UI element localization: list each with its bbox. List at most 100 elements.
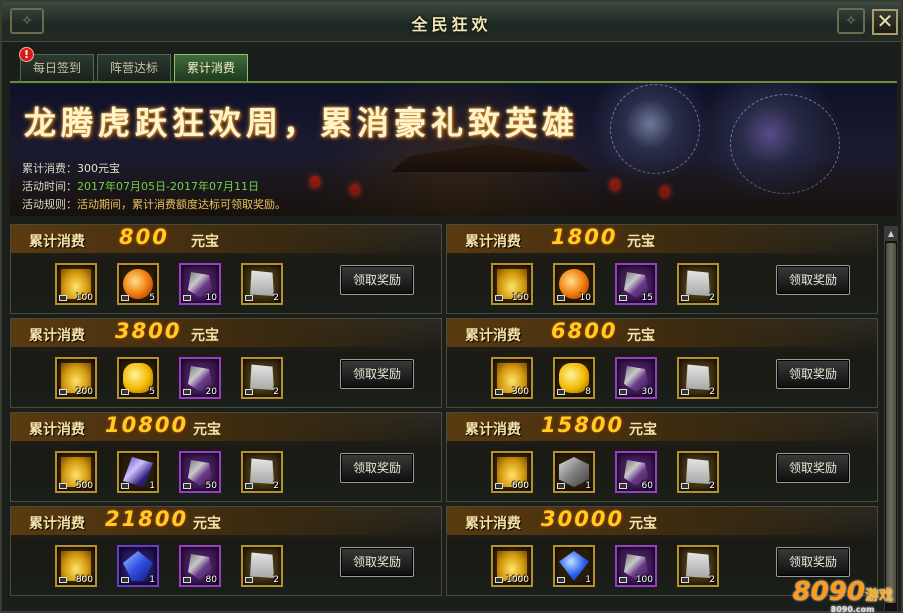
item-count: 600 <box>511 481 529 491</box>
time-row: 活动时间：2017年07月05日-2017年07月11日 <box>22 178 259 194</box>
tier-amount: 6800 <box>551 319 618 343</box>
reward-item-slot[interactable]: 1 <box>117 451 159 493</box>
time-label: 活动时间： <box>22 180 77 193</box>
bound-lock-icon <box>557 577 565 583</box>
item-count: 1 <box>585 481 591 491</box>
tier-amount: 1800 <box>551 225 618 249</box>
reward-item-slot[interactable]: 1 <box>553 545 595 587</box>
reward-item-slot[interactable]: 2 <box>677 263 719 305</box>
tier-label: 累计消费 <box>465 516 521 532</box>
item-count: 1 <box>149 481 155 491</box>
reward-item-slot[interactable]: 600 <box>491 451 533 493</box>
reward-item-slot[interactable]: 2 <box>677 545 719 587</box>
reward-item-slot[interactable]: 2 <box>241 263 283 305</box>
corner-ornament-right: ✧ <box>837 8 865 34</box>
reward-item-slot[interactable]: 2 <box>677 451 719 493</box>
item-count: 1 <box>149 575 155 585</box>
bound-lock-icon <box>495 389 503 395</box>
watermark-logo: 8090游戏 8090.com <box>793 577 893 613</box>
reward-item-slot[interactable]: 1 <box>553 451 595 493</box>
item-count: 150 <box>511 293 529 303</box>
tier-amount: 30000 <box>541 507 625 531</box>
tier-label: 累计消费 <box>465 328 521 344</box>
reward-tier-card: 累计消费 10800 元宝 500 1 50 2 领取奖励 <box>10 412 442 502</box>
tab-label: 阵营达标 <box>109 61 158 75</box>
bound-lock-icon <box>619 577 627 583</box>
bound-lock-icon <box>59 389 67 395</box>
reward-item-slot[interactable]: 5 <box>117 263 159 305</box>
item-count: 2 <box>709 575 715 585</box>
bound-lock-icon <box>245 389 253 395</box>
bound-lock-icon <box>121 483 129 489</box>
tier-unit: 元宝 <box>191 234 219 250</box>
claim-reward-button[interactable]: 领取奖励 <box>340 547 414 577</box>
title-bar[interactable]: ✧ 全民狂欢 ✧ ✕ <box>2 2 901 42</box>
bound-lock-icon <box>557 295 565 301</box>
tab-daily-signin[interactable]: 每日签到 ! <box>19 47 94 82</box>
reward-item-slot[interactable]: 500 <box>55 451 97 493</box>
reward-item-slot[interactable]: 1000 <box>491 545 533 587</box>
claim-reward-button[interactable]: 领取奖励 <box>340 453 414 483</box>
reward-item-slot[interactable]: 2 <box>241 357 283 399</box>
reward-item-slot[interactable]: 80 <box>179 545 221 587</box>
reward-item-slot[interactable]: 50 <box>179 451 221 493</box>
reward-item-slot[interactable]: 10 <box>179 263 221 305</box>
tier-label: 累计消费 <box>465 422 521 438</box>
reward-item-slot[interactable]: 2 <box>241 451 283 493</box>
reward-item-slot[interactable]: 8 <box>553 357 595 399</box>
reward-item-slot[interactable]: 5 <box>117 357 159 399</box>
bound-lock-icon <box>557 389 565 395</box>
reward-item-slot[interactable]: 60 <box>615 451 657 493</box>
spent-label: 累计消费： <box>22 162 77 175</box>
time-value: 2017年07月05日-2017年07月11日 <box>77 180 259 193</box>
tier-unit: 元宝 <box>191 328 219 344</box>
reward-tier-card: 累计消费 15800 元宝 600 1 60 2 领取奖励 <box>446 412 878 502</box>
item-count: 5 <box>149 293 155 303</box>
event-info: 累计消费：300元宝 活动时间：2017年07月05日-2017年07月11日 … <box>10 154 897 216</box>
watermark-suffix: 游戏 <box>865 588 893 604</box>
claim-reward-button[interactable]: 领取奖励 <box>776 265 850 295</box>
reward-item-slot[interactable]: 200 <box>55 357 97 399</box>
tier-unit: 元宝 <box>627 328 655 344</box>
item-count: 10 <box>579 293 591 303</box>
bound-lock-icon <box>183 295 191 301</box>
claim-reward-button[interactable]: 领取奖励 <box>776 359 850 389</box>
reward-item-slot[interactable]: 15 <box>615 263 657 305</box>
reward-item-slot[interactable]: 100 <box>615 545 657 587</box>
bound-lock-icon <box>121 577 129 583</box>
claim-reward-button[interactable]: 领取奖励 <box>776 547 850 577</box>
claim-reward-button[interactable]: 领取奖励 <box>340 265 414 295</box>
tier-unit: 元宝 <box>193 516 221 532</box>
tab-label: 累计消费 <box>186 61 235 75</box>
reward-tier-card: 累计消费 3800 元宝 200 5 20 2 领取奖励 <box>10 318 442 408</box>
reward-item-slot[interactable]: 300 <box>491 357 533 399</box>
reward-item-slot[interactable]: 10 <box>553 263 595 305</box>
reward-item-slot[interactable]: 150 <box>491 263 533 305</box>
claim-reward-button[interactable]: 领取奖励 <box>340 359 414 389</box>
item-count: 100 <box>635 575 653 585</box>
scrollbar[interactable]: ▲ <box>884 226 898 612</box>
tab-faction-target[interactable]: 阵营达标 <box>97 54 171 82</box>
item-count: 2 <box>273 575 279 585</box>
rule-label: 活动规则： <box>22 198 77 211</box>
scroll-thumb[interactable] <box>886 243 896 603</box>
window-title: 全民狂欢 <box>411 15 492 34</box>
tier-amount: 3800 <box>115 319 182 343</box>
reward-item-slot[interactable]: 100 <box>55 263 97 305</box>
bound-lock-icon <box>557 483 565 489</box>
tier-unit: 元宝 <box>629 516 657 532</box>
item-count: 800 <box>75 575 93 585</box>
bound-lock-icon <box>59 483 67 489</box>
item-count: 2 <box>273 387 279 397</box>
reward-item-slot[interactable]: 1 <box>117 545 159 587</box>
reward-item-slot[interactable]: 30 <box>615 357 657 399</box>
close-button[interactable]: ✕ <box>872 9 898 35</box>
reward-item-slot[interactable]: 20 <box>179 357 221 399</box>
tab-divider <box>10 81 897 83</box>
reward-item-slot[interactable]: 2 <box>677 357 719 399</box>
claim-reward-button[interactable]: 领取奖励 <box>776 453 850 483</box>
reward-item-slot[interactable]: 800 <box>55 545 97 587</box>
reward-item-slot[interactable]: 2 <box>241 545 283 587</box>
scroll-up-icon[interactable]: ▲ <box>885 227 897 241</box>
tab-cumulative-spend[interactable]: 累计消费 <box>174 54 248 82</box>
